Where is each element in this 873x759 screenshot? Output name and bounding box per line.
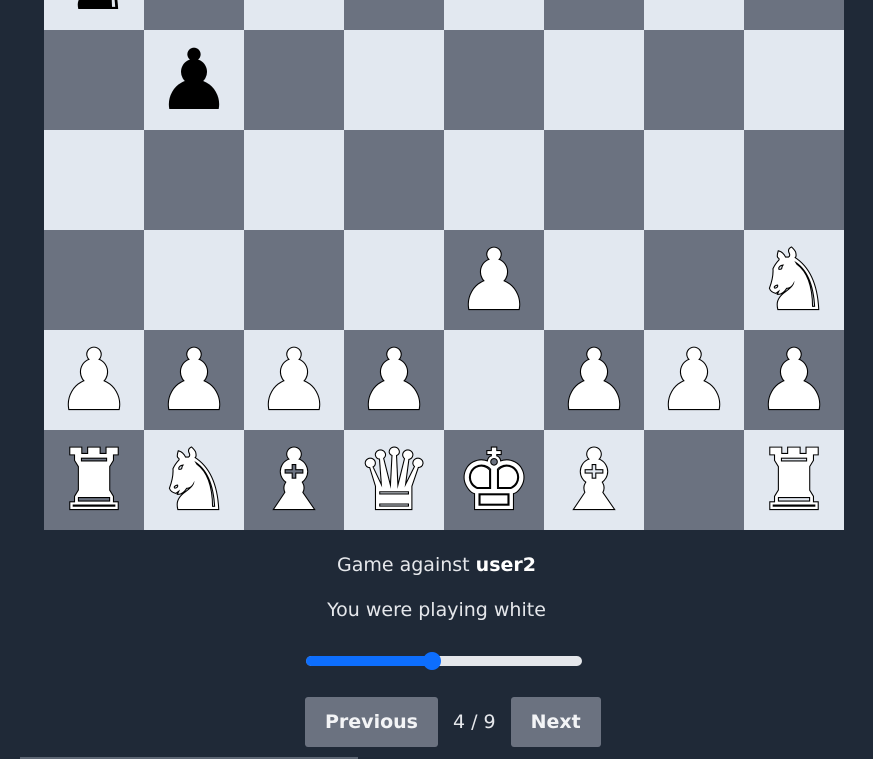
board-square[interactable]: ♜ [744, 430, 844, 530]
move-slider-thumb[interactable] [422, 652, 441, 670]
previous-button[interactable]: Previous [305, 697, 438, 747]
playing-color-text: You were playing white [327, 599, 546, 621]
move-counter: 4 / 9 [452, 711, 496, 733]
white-pawn-icon[interactable]: ♟ [655, 337, 733, 423]
board-square[interactable]: ♟ [244, 330, 344, 430]
white-pawn-icon[interactable]: ♟ [155, 337, 233, 423]
board-square[interactable] [144, 130, 244, 230]
move-slider-track[interactable] [306, 656, 582, 666]
board-square[interactable]: ♟ [444, 230, 544, 330]
board-square[interactable]: ♛ [344, 430, 444, 530]
board-square[interactable] [244, 30, 344, 130]
white-pawn-icon[interactable]: ♟ [55, 337, 133, 423]
board-square[interactable]: ♝ [544, 430, 644, 530]
board-square[interactable] [644, 130, 744, 230]
board-square[interactable] [244, 130, 344, 230]
board-square[interactable] [544, 30, 644, 130]
board-square[interactable]: ♞ [144, 430, 244, 530]
board-square[interactable] [244, 0, 344, 30]
game-info: Game against user2 [0, 554, 873, 576]
board-square[interactable]: ♝ [244, 430, 344, 530]
next-button[interactable]: Next [510, 697, 601, 747]
board-square[interactable] [344, 130, 444, 230]
board-square[interactable]: ♟ [644, 330, 744, 430]
board-square[interactable] [44, 130, 144, 230]
board-square[interactable] [144, 230, 244, 330]
board-square[interactable]: ♞ [744, 230, 844, 330]
chess-board: ♞ ♟ ♟ ♞ ♟ ♟ ♟ ♟ ♟ ♟ ♟ ♜ ♞ ♝ ♛ ♚ ♝ ♜ [44, 0, 844, 530]
board-square[interactable]: ♟ [744, 330, 844, 430]
board-square[interactable]: ♟ [44, 330, 144, 430]
move-navigation: Previous 4 / 9 Next [305, 697, 601, 747]
board-square[interactable] [344, 30, 444, 130]
game-against-label: Game against [337, 554, 470, 576]
white-pawn-icon[interactable]: ♟ [755, 337, 833, 423]
board-square[interactable] [144, 0, 244, 30]
board-square[interactable] [444, 130, 544, 230]
white-pawn-icon[interactable]: ♟ [255, 337, 333, 423]
black-knight-icon[interactable]: ♞ [56, 0, 131, 22]
board-square[interactable]: ♞ [44, 0, 144, 30]
board-square[interactable] [644, 0, 744, 30]
board-square[interactable] [344, 230, 444, 330]
board-square[interactable] [444, 0, 544, 30]
board-square[interactable]: ♟ [544, 330, 644, 430]
board-square[interactable] [544, 130, 644, 230]
board-square[interactable] [244, 230, 344, 330]
black-pawn-icon[interactable]: ♟ [156, 38, 231, 122]
board-square[interactable] [744, 130, 844, 230]
board-square[interactable] [544, 230, 644, 330]
white-pawn-icon[interactable]: ♟ [455, 237, 533, 323]
opponent-name: user2 [475, 554, 536, 576]
white-pawn-icon[interactable]: ♟ [555, 337, 633, 423]
white-knight-icon[interactable]: ♞ [155, 437, 233, 523]
white-pawn-icon[interactable]: ♟ [355, 337, 433, 423]
board-square[interactable] [44, 230, 144, 330]
white-rook-icon[interactable]: ♜ [755, 437, 833, 523]
board-square[interactable] [344, 0, 444, 30]
board-square[interactable] [444, 30, 544, 130]
board-square[interactable]: ♟ [144, 30, 244, 130]
board-square[interactable]: ♜ [44, 430, 144, 530]
white-queen-icon[interactable]: ♛ [355, 437, 433, 523]
board-square[interactable] [644, 230, 744, 330]
board-square[interactable]: ♚ [444, 430, 544, 530]
board-square[interactable]: ♟ [344, 330, 444, 430]
board-square[interactable] [744, 0, 844, 30]
white-bishop-icon[interactable]: ♝ [555, 437, 633, 523]
board-square[interactable] [44, 30, 144, 130]
board-square[interactable] [744, 30, 844, 130]
move-slider[interactable] [306, 651, 582, 671]
board-square[interactable]: ♟ [144, 330, 244, 430]
white-king-icon[interactable]: ♚ [455, 437, 533, 523]
white-bishop-icon[interactable]: ♝ [255, 437, 333, 523]
board-square[interactable] [644, 30, 744, 130]
board-square[interactable] [544, 0, 644, 30]
board-square[interactable] [644, 430, 744, 530]
move-slider-fill [306, 656, 432, 666]
board-square[interactable] [444, 330, 544, 430]
white-knight-icon[interactable]: ♞ [755, 237, 833, 323]
white-rook-icon[interactable]: ♜ [55, 437, 133, 523]
